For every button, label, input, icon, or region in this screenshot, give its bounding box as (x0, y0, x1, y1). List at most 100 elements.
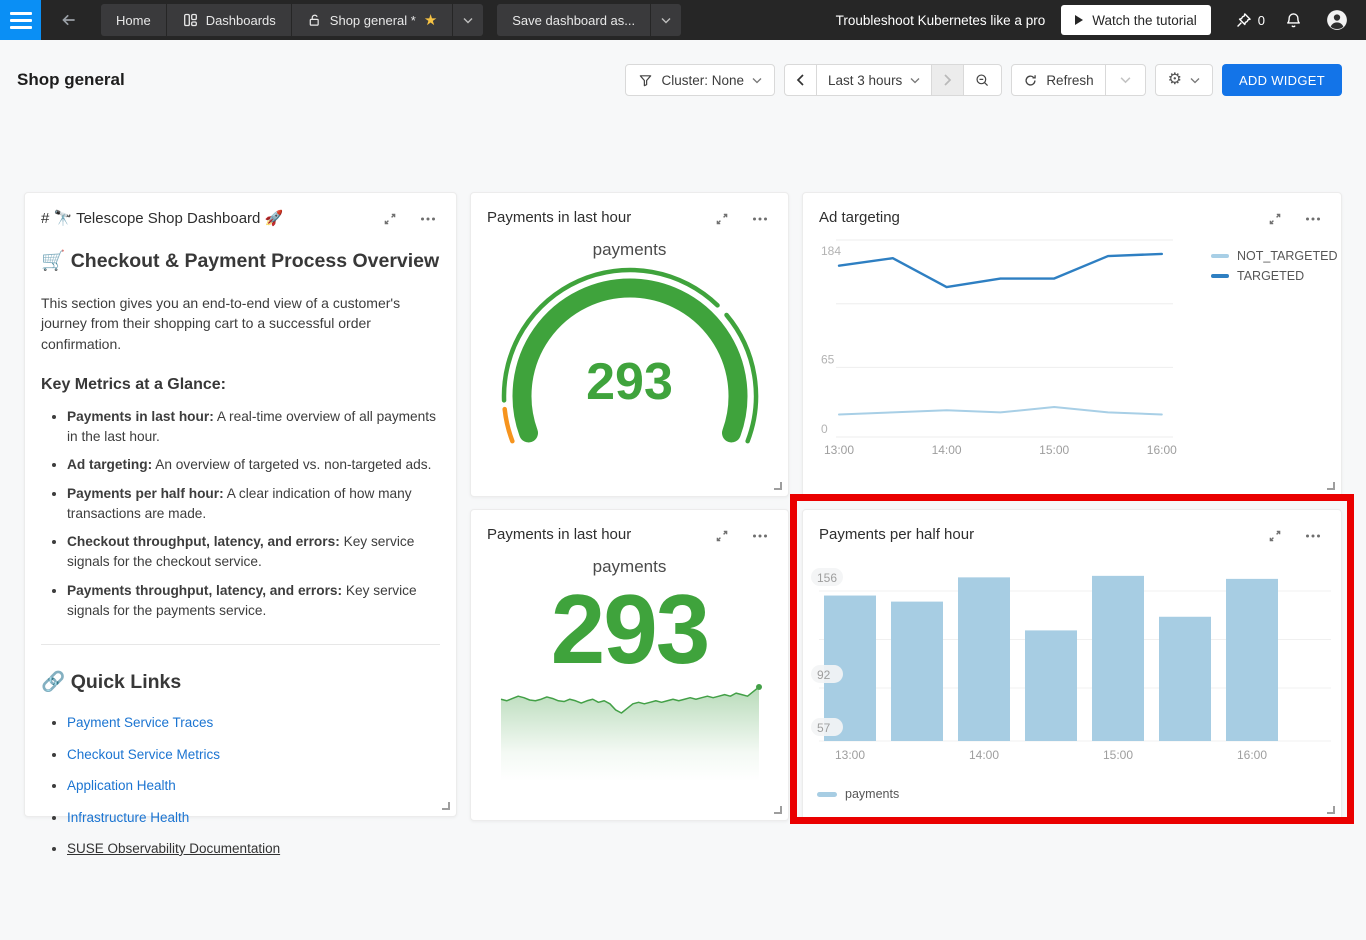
time-range-button[interactable]: Last 3 hours (817, 64, 932, 96)
svg-text:0: 0 (821, 422, 828, 436)
pin-icon (1235, 12, 1252, 29)
cluster-filter-label: Cluster: None (661, 73, 744, 88)
back-button[interactable] (49, 0, 87, 40)
list-item: Payments per half hour: A clear indicati… (67, 484, 440, 525)
widget-expand-button[interactable] (1265, 526, 1285, 546)
widget-resize-handle[interactable] (1327, 482, 1335, 490)
widget-ad-targeting: Ad targeting 18465013:0014:0 (802, 192, 1342, 497)
pin-count-badge: 0 (1258, 13, 1265, 28)
cluster-filter-button[interactable]: Cluster: None (625, 64, 775, 96)
svg-text:156: 156 (817, 571, 837, 585)
favorite-star-icon[interactable]: ★ (424, 13, 437, 28)
watch-tutorial-label: Watch the tutorial (1092, 13, 1197, 28)
big-number-value: 293 (471, 581, 788, 677)
bell-icon (1285, 12, 1302, 29)
divider (41, 644, 440, 645)
refresh-control: Refresh (1011, 64, 1145, 96)
filter-funnel-icon (638, 73, 653, 88)
legend-item[interactable]: TARGETED (1211, 269, 1337, 283)
svg-text:13:00: 13:00 (824, 443, 854, 457)
chart-legend: NOT_TARGETED TARGETED (1211, 249, 1337, 283)
widget-title: Payments in last hour (487, 526, 631, 543)
widget-menu-button[interactable] (1303, 532, 1323, 540)
top-navbar: Home Dashboards Shop general * ★ (0, 0, 1366, 40)
list-item: SUSE Observability Documentation (67, 838, 440, 860)
user-avatar-button[interactable] (1316, 0, 1358, 40)
ellipsis-icon (1305, 217, 1321, 221)
sparkline (499, 681, 763, 781)
play-icon (1075, 15, 1083, 25)
time-zoom-out-button[interactable] (964, 64, 1002, 96)
svg-text:14:00: 14:00 (932, 443, 962, 457)
gear-icon: ⚙ (1168, 72, 1182, 88)
list-item: Ad targeting: An overview of targeted vs… (67, 455, 440, 475)
expand-icon (1267, 211, 1283, 227)
widget-menu-button[interactable] (750, 215, 770, 223)
svg-text:184: 184 (821, 244, 841, 258)
metrics-list: Payments in last hour: A real-time overv… (41, 407, 440, 621)
list-item: Checkout Service Metrics (67, 744, 440, 766)
expand-icon (1267, 528, 1283, 544)
back-arrow-icon (60, 12, 77, 28)
chevron-right-icon (943, 74, 952, 86)
metrics-heading: Key Metrics at a Glance: (41, 376, 440, 394)
quick-links-list: Payment Service Traces Checkout Service … (41, 712, 440, 860)
nav-home-button[interactable]: Home (101, 4, 166, 36)
link-payment-service-traces[interactable]: Payment Service Traces (67, 715, 213, 730)
link-infrastructure-health[interactable]: Infrastructure Health (67, 810, 189, 825)
time-forward-button[interactable] (932, 64, 964, 96)
widget-expand-button[interactable] (1265, 209, 1285, 229)
current-dashboard-label: Shop general * (330, 13, 416, 28)
save-dashboard-as-button[interactable]: Save dashboard as... (497, 4, 650, 36)
notifications-button[interactable] (1275, 0, 1312, 40)
widget-menu-button[interactable] (418, 215, 438, 223)
watch-tutorial-button[interactable]: Watch the tutorial (1061, 5, 1211, 35)
link-application-health[interactable]: Application Health (67, 778, 176, 793)
widget-resize-handle[interactable] (774, 806, 782, 814)
add-widget-button[interactable]: ADD WIDGET (1222, 64, 1342, 96)
legend-label: NOT_TARGETED (1237, 249, 1337, 263)
legend-item[interactable]: NOT_TARGETED (1211, 249, 1337, 263)
gauge-value: 293 (490, 352, 770, 412)
page-title: Shop general (17, 70, 125, 90)
widget-resize-handle[interactable] (774, 482, 782, 490)
legend-swatch (1211, 254, 1229, 259)
widget-expand-button[interactable] (712, 209, 732, 229)
save-dashboard-dropdown-button[interactable] (651, 4, 681, 36)
svg-text:15:00: 15:00 (1039, 443, 1069, 457)
dashboard-settings-button[interactable]: ⚙ (1155, 64, 1213, 96)
nav-dashboards-button[interactable]: Dashboards (167, 4, 291, 36)
svg-text:14:00: 14:00 (969, 748, 999, 762)
refresh-button[interactable]: Refresh (1011, 64, 1105, 96)
widget-header: # 🔭 Telescope Shop Dashboard 🚀 (25, 193, 456, 227)
dashboard-tab-dropdown-button[interactable] (453, 4, 483, 36)
time-back-button[interactable] (784, 64, 817, 96)
metric-label: payments (471, 240, 788, 260)
refresh-icon (1023, 73, 1038, 88)
refresh-label: Refresh (1046, 73, 1093, 88)
nav-current-dashboard-tab[interactable]: Shop general * ★ (292, 4, 452, 36)
link-suse-observability-docs[interactable]: SUSE Observability Documentation (67, 841, 280, 856)
list-item: Application Health (67, 775, 440, 797)
widget-menu-button[interactable] (750, 532, 770, 540)
chevron-down-icon (752, 77, 762, 84)
widget-resize-handle[interactable] (442, 802, 450, 810)
widget-expand-button[interactable] (712, 526, 732, 546)
widget-menu-button[interactable] (1303, 215, 1323, 223)
header-toolbar: Cluster: None Last 3 hours (625, 64, 1342, 96)
svg-text:92: 92 (817, 668, 831, 682)
expand-icon (714, 211, 730, 227)
widget-expand-button[interactable] (380, 209, 400, 229)
link-checkout-service-metrics[interactable]: Checkout Service Metrics (67, 747, 220, 762)
widget-header: Payments in last hour (471, 510, 788, 543)
widget-resize-handle[interactable] (1327, 806, 1335, 814)
legend-item[interactable]: payments (817, 787, 899, 801)
legend-label: payments (845, 787, 899, 801)
legend-swatch (1211, 274, 1229, 279)
dashboard-canvas: # 🔭 Telescope Shop Dashboard 🚀 (0, 104, 1366, 940)
refresh-dropdown-button[interactable] (1106, 64, 1146, 96)
hamburger-icon (10, 12, 32, 15)
widget-markdown: # 🔭 Telescope Shop Dashboard 🚀 (24, 192, 457, 817)
hamburger-menu-button[interactable] (0, 0, 41, 40)
pinned-items-button[interactable]: 0 (1225, 0, 1275, 40)
